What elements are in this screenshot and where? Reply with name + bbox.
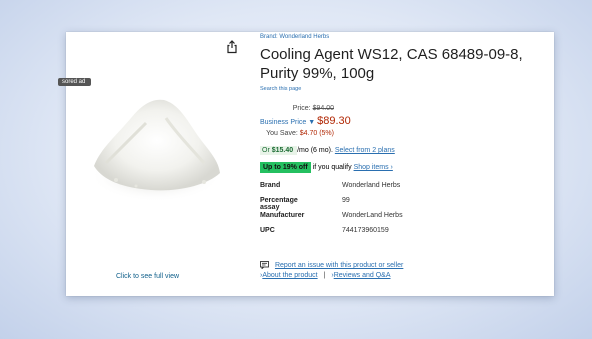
spec-key: UPC	[260, 227, 275, 234]
offer-row: Up to 19% off if you qualify Shop items …	[260, 162, 393, 173]
product-title: Cooling Agent WS12, CAS 68489-09-8, Puri…	[260, 46, 523, 82]
chevron-down-icon[interactable]: ▼	[308, 119, 315, 126]
price-label: Price:	[292, 105, 311, 112]
search-page-link[interactable]: Search this page	[260, 86, 301, 92]
report-issue-link[interactable]: Report an issue with this product or sel…	[260, 261, 403, 270]
about-product-link[interactable]: About the product	[262, 272, 317, 279]
section-links: ›About the product | ›Reviews and Q&A	[260, 272, 391, 279]
product-image[interactable]	[86, 78, 226, 208]
reviews-link[interactable]: Reviews and Q&A	[334, 272, 391, 279]
save-label: You Save:	[266, 130, 298, 137]
spec-key: Percentage assay	[260, 197, 298, 211]
business-price-label[interactable]: Business Price	[260, 119, 306, 126]
select-plans-link[interactable]: Select from 2 plans	[335, 147, 395, 154]
spec-key: Manufacturer	[260, 212, 305, 219]
list-price: $94.00	[312, 105, 334, 112]
monthly-plans: Or $15.40 /mo (6 mo). Select from 2 plan…	[260, 146, 395, 155]
business-price: $89.30	[317, 115, 351, 127]
plan-amount: $15.40	[271, 147, 294, 154]
offer-text: if you qualify	[312, 164, 352, 171]
business-price-row: Business Price ▼ $89.30	[260, 115, 351, 127]
discount-badge: Up to 19% off	[260, 162, 311, 173]
list-price-row: Price: $94.00	[293, 105, 334, 112]
spec-value: Wonderland Herbs	[342, 182, 401, 189]
savings-row: You Save: $4.70 (5%)	[266, 130, 334, 137]
report-issue-text[interactable]: Report an issue with this product or sel…	[275, 262, 403, 269]
monthly-amount-box: Or $15.40	[260, 146, 298, 155]
plan-suffix: /mo (6 mo).	[297, 147, 333, 154]
share-icon[interactable]	[226, 40, 238, 54]
spec-value: 99	[342, 197, 350, 204]
save-value: $4.70 (5%)	[299, 130, 334, 137]
spec-value: 744173960159	[342, 227, 389, 234]
plan-prefix: Or	[262, 147, 270, 154]
report-icon	[260, 261, 269, 270]
spec-key: Brand	[260, 182, 281, 189]
product-card: sored ad Click to see full view Brand: W…	[58, 32, 554, 296]
spec-value: WonderLand Herbs	[342, 212, 403, 219]
full-view-link[interactable]: Click to see full view	[116, 273, 179, 280]
link-separator: |	[323, 272, 326, 279]
shop-items-link[interactable]: Shop items ›	[354, 164, 393, 171]
brand-link[interactable]: Brand: Wonderland Herbs	[260, 34, 329, 40]
